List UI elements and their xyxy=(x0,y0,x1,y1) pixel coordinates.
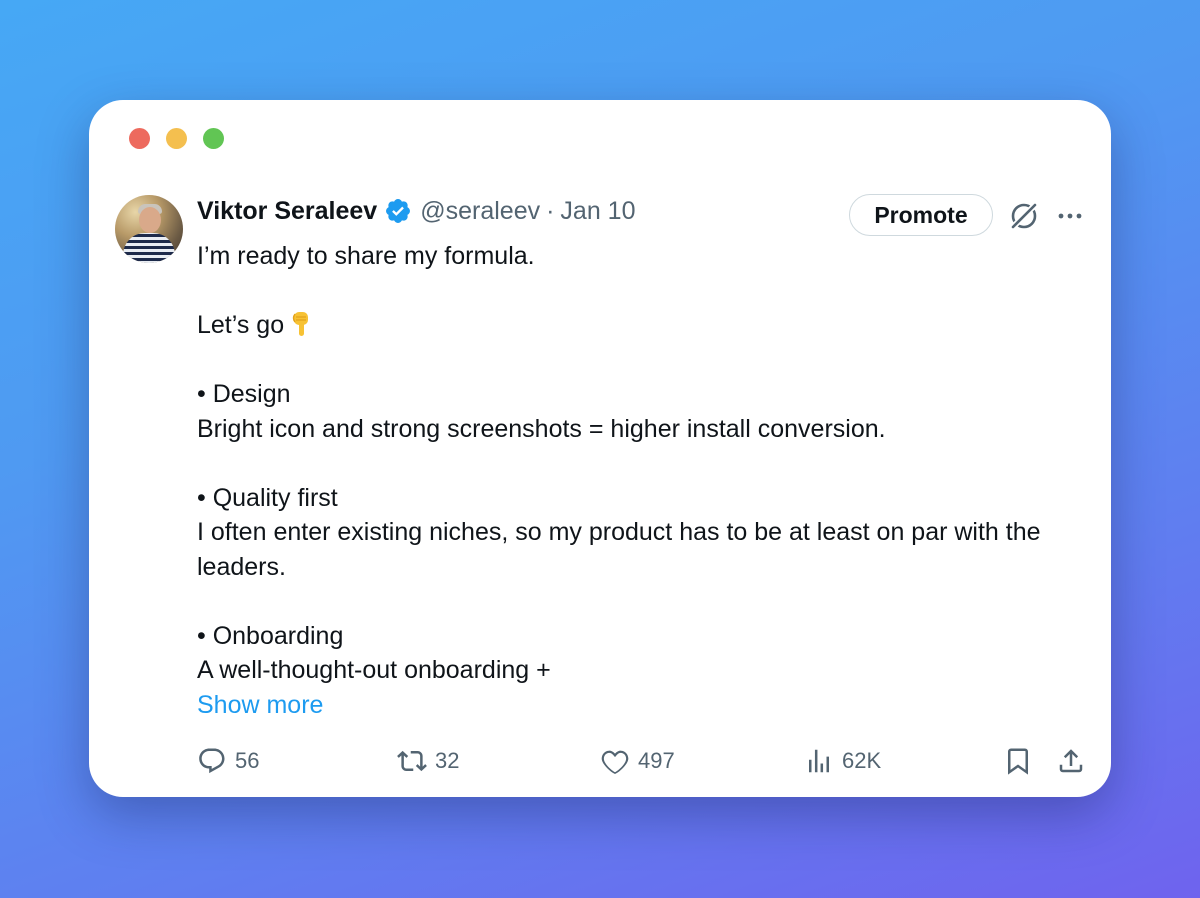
reply-button[interactable]: 56 xyxy=(197,744,259,778)
views-count: 62K xyxy=(842,748,882,773)
bookmark-button[interactable] xyxy=(1003,744,1033,778)
tweet-body: I’m ready to share my formula. Let’s go … xyxy=(197,239,1077,722)
reply-icon xyxy=(199,748,225,774)
more-icon[interactable] xyxy=(1055,204,1085,228)
section-onboarding-title: • Onboarding xyxy=(197,621,344,650)
backhand-index-pointing-down-icon xyxy=(292,312,309,336)
tweet-intro: I’m ready to share my formula. xyxy=(197,242,535,270)
section-design-title: • Design xyxy=(197,380,291,408)
section-quality-title: • Quality first xyxy=(197,483,338,512)
header-separator: · xyxy=(546,196,555,225)
avatar-shirt xyxy=(123,233,175,263)
section-quality-text: I often enter existing niches, so my pro… xyxy=(197,518,1041,581)
tweet-date[interactable]: Jan 10 xyxy=(560,197,635,226)
maximize-window-button[interactable] xyxy=(203,128,224,149)
reply-count: 56 xyxy=(235,748,260,773)
section-onboarding-text: A well-thought-out onboarding + xyxy=(197,656,551,684)
window-controls xyxy=(129,128,224,149)
avatar-face xyxy=(139,207,161,233)
tweet-window: Viktor Seraleev @seraleev · Jan 10 Promo… xyxy=(89,100,1111,797)
repost-count: 32 xyxy=(435,748,460,773)
close-window-button[interactable] xyxy=(129,128,150,149)
promote-button[interactable]: Promote xyxy=(849,194,993,236)
tweet-actions: 56 32 497 62K xyxy=(197,744,1087,778)
repost-icon xyxy=(397,750,427,772)
avatar[interactable] xyxy=(115,195,183,263)
author-name[interactable]: Viktor Seraleev xyxy=(197,197,377,226)
grok-icon[interactable] xyxy=(1007,199,1041,233)
like-button[interactable]: 497 xyxy=(600,744,675,778)
tweet-header: Viktor Seraleev @seraleev · Jan 10 xyxy=(197,195,635,227)
views-icon xyxy=(809,749,829,773)
share-icon xyxy=(1059,749,1083,773)
minimize-window-button[interactable] xyxy=(166,128,187,149)
verified-badge-icon xyxy=(386,199,411,223)
repost-button[interactable]: 32 xyxy=(397,744,459,778)
author-handle[interactable]: @seraleev xyxy=(420,197,540,226)
section-design-text: Bright icon and strong screenshots = hig… xyxy=(197,414,886,443)
like-count: 497 xyxy=(638,748,675,773)
show-more-link[interactable]: Show more xyxy=(197,688,1077,723)
section-quality: • Quality first I often enter existing n… xyxy=(197,481,1077,585)
tweet-lets-go-text: Let’s go xyxy=(197,311,285,339)
share-button[interactable] xyxy=(1056,744,1086,778)
bookmark-icon xyxy=(1008,748,1028,775)
tweet-lets-go: Let’s go xyxy=(197,308,1077,343)
heart-icon xyxy=(601,750,629,774)
views-button[interactable]: 62K xyxy=(804,744,881,778)
section-onboarding: • Onboarding A well-thought-out onboardi… xyxy=(197,619,1077,688)
section-design: • Design Bright icon and strong screensh… xyxy=(197,377,1077,446)
